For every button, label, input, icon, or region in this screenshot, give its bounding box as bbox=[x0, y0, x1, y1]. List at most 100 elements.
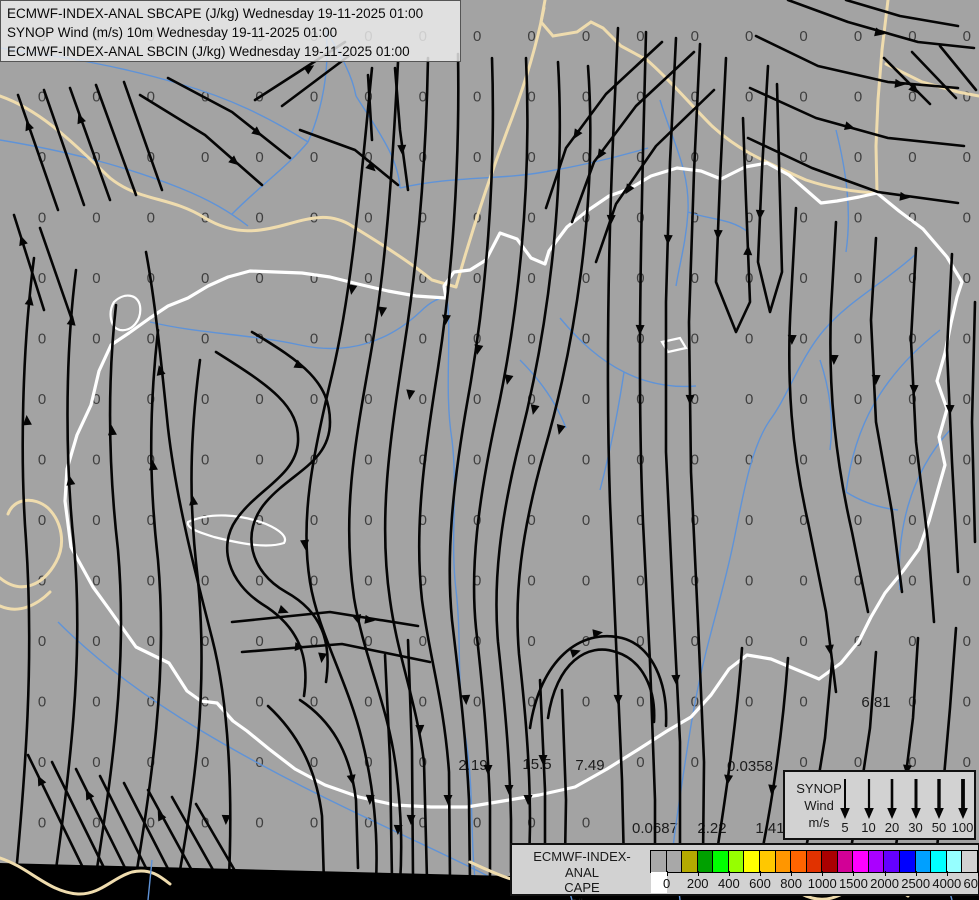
svg-text:0: 0 bbox=[527, 452, 535, 469]
cape-legend-title-line: CAPE bbox=[564, 880, 600, 895]
svg-text:0: 0 bbox=[582, 815, 590, 832]
svg-text:0: 0 bbox=[419, 391, 427, 408]
cape-swatch bbox=[651, 851, 667, 872]
cape-tick-label: 400 bbox=[717, 876, 740, 891]
svg-text:0: 0 bbox=[908, 149, 916, 166]
title-box: ECMWF-INDEX-ANAL SBCAPE (J/kg) Wednesday… bbox=[0, 0, 461, 62]
svg-text:0: 0 bbox=[908, 633, 916, 650]
svg-text:0: 0 bbox=[527, 633, 535, 650]
svg-text:0: 0 bbox=[364, 210, 372, 227]
svg-text:0: 0 bbox=[799, 452, 807, 469]
svg-text:0: 0 bbox=[255, 633, 263, 650]
svg-text:0: 0 bbox=[963, 270, 971, 287]
cape-color-bar bbox=[650, 850, 978, 893]
svg-text:0: 0 bbox=[473, 89, 481, 106]
svg-text:0: 0 bbox=[38, 270, 46, 287]
svg-text:0: 0 bbox=[38, 512, 46, 529]
weather-map-screen: 0 0 0 0 0 0 0 0 0 0 0 0 0 0 0 0 0 0 0 0 0 0 0 0 0 0 0 0 0 0 0 0 0 0 0 0 0 0 0 0… bbox=[0, 0, 979, 900]
svg-text:0: 0 bbox=[963, 694, 971, 711]
svg-text:0: 0 bbox=[310, 391, 318, 408]
svg-text:0: 0 bbox=[963, 512, 971, 529]
svg-text:0: 0 bbox=[582, 391, 590, 408]
svg-text:0: 0 bbox=[527, 210, 535, 227]
title-line-wind: SYNOP Wind (m/s) 10m Wednesday 19-11-202… bbox=[7, 25, 338, 40]
svg-text:0: 0 bbox=[963, 391, 971, 408]
svg-text:0: 0 bbox=[364, 452, 372, 469]
wind-arrow-icon bbox=[863, 779, 874, 819]
cape-swatch bbox=[713, 851, 729, 872]
wind-arrow-icon bbox=[887, 779, 897, 819]
map-canvas: 0 0 0 0 0 0 0 0 0 0 0 0 0 0 0 0 0 0 0 0 0 0 0 0 0 0 0 0 0 0 0 0 0 0 0 0 0 0 0 0… bbox=[0, 0, 979, 900]
wind-arrow-icon bbox=[957, 779, 968, 819]
svg-text:0: 0 bbox=[908, 452, 916, 469]
svg-text:0: 0 bbox=[364, 694, 372, 711]
svg-text:0: 0 bbox=[963, 452, 971, 469]
svg-text:0: 0 bbox=[691, 754, 699, 771]
cape-tick-label: 0 bbox=[662, 876, 671, 891]
svg-text:0: 0 bbox=[745, 633, 753, 650]
svg-text:0: 0 bbox=[963, 331, 971, 348]
svg-text:0: 0 bbox=[255, 149, 263, 166]
svg-text:0: 0 bbox=[963, 210, 971, 227]
svg-text:0: 0 bbox=[636, 754, 644, 771]
svg-text:0: 0 bbox=[582, 573, 590, 590]
svg-text:0: 0 bbox=[854, 89, 862, 106]
svg-text:0: 0 bbox=[38, 815, 46, 832]
svg-text:0: 0 bbox=[38, 210, 46, 227]
svg-text:0: 0 bbox=[201, 754, 209, 771]
svg-text:0: 0 bbox=[636, 28, 644, 45]
wind-speed-label: 100 bbox=[951, 820, 974, 835]
svg-text:0: 0 bbox=[38, 694, 46, 711]
cape-tick-label: 1000 bbox=[807, 876, 837, 891]
svg-text:0: 0 bbox=[745, 331, 753, 348]
svg-text:0: 0 bbox=[201, 452, 209, 469]
svg-text:0: 0 bbox=[854, 391, 862, 408]
svg-text:0: 0 bbox=[201, 512, 209, 529]
svg-text:0: 0 bbox=[92, 694, 100, 711]
svg-text:0: 0 bbox=[527, 331, 535, 348]
svg-text:0: 0 bbox=[92, 210, 100, 227]
svg-text:0: 0 bbox=[92, 270, 100, 287]
svg-text:0: 0 bbox=[745, 391, 753, 408]
svg-text:0: 0 bbox=[310, 270, 318, 287]
svg-text:0: 0 bbox=[201, 331, 209, 348]
svg-text:0: 0 bbox=[963, 149, 971, 166]
svg-text:0: 0 bbox=[473, 815, 481, 832]
svg-text:0: 0 bbox=[255, 694, 263, 711]
svg-text:0: 0 bbox=[963, 573, 971, 590]
wind-speed-legend: SYNOP Wind m/s 5 10 20 30 50 100 bbox=[783, 770, 976, 840]
svg-text:0: 0 bbox=[310, 331, 318, 348]
cape-swatch bbox=[806, 851, 823, 872]
svg-text:0: 0 bbox=[582, 452, 590, 469]
svg-text:0: 0 bbox=[473, 694, 481, 711]
svg-text:0: 0 bbox=[745, 89, 753, 106]
svg-text:0: 0 bbox=[963, 633, 971, 650]
svg-text:0: 0 bbox=[527, 270, 535, 287]
svg-text:0: 0 bbox=[963, 89, 971, 106]
cape-swatch bbox=[868, 851, 885, 872]
svg-text:0: 0 bbox=[473, 149, 481, 166]
svg-text:0: 0 bbox=[908, 512, 916, 529]
svg-text:0: 0 bbox=[582, 694, 590, 711]
svg-text:0: 0 bbox=[147, 633, 155, 650]
cape-tick-label: 600 bbox=[749, 876, 771, 891]
cape-swatch bbox=[775, 851, 792, 872]
svg-text:0: 0 bbox=[364, 512, 372, 529]
cape-swatch bbox=[697, 851, 714, 872]
svg-text:0: 0 bbox=[255, 815, 263, 832]
cape-swatch bbox=[822, 851, 838, 872]
svg-text:0: 0 bbox=[38, 331, 46, 348]
svg-text:0: 0 bbox=[201, 149, 209, 166]
cape-swatch bbox=[915, 851, 932, 872]
cape-color-legend: ECMWF-INDEX-ANAL CAPE J/kg 0 200 400 600 800… bbox=[510, 843, 979, 900]
cape-tick-label: 200 bbox=[686, 876, 709, 891]
cape-swatch bbox=[728, 851, 745, 872]
wind-speed-label: 50 bbox=[931, 820, 947, 835]
svg-text:0: 0 bbox=[92, 331, 100, 348]
svg-text:0: 0 bbox=[147, 210, 155, 227]
svg-text:0: 0 bbox=[691, 331, 699, 348]
svg-text:0: 0 bbox=[147, 573, 155, 590]
cape-swatch bbox=[791, 851, 807, 872]
cape-swatch bbox=[682, 851, 698, 872]
svg-text:0: 0 bbox=[38, 391, 46, 408]
